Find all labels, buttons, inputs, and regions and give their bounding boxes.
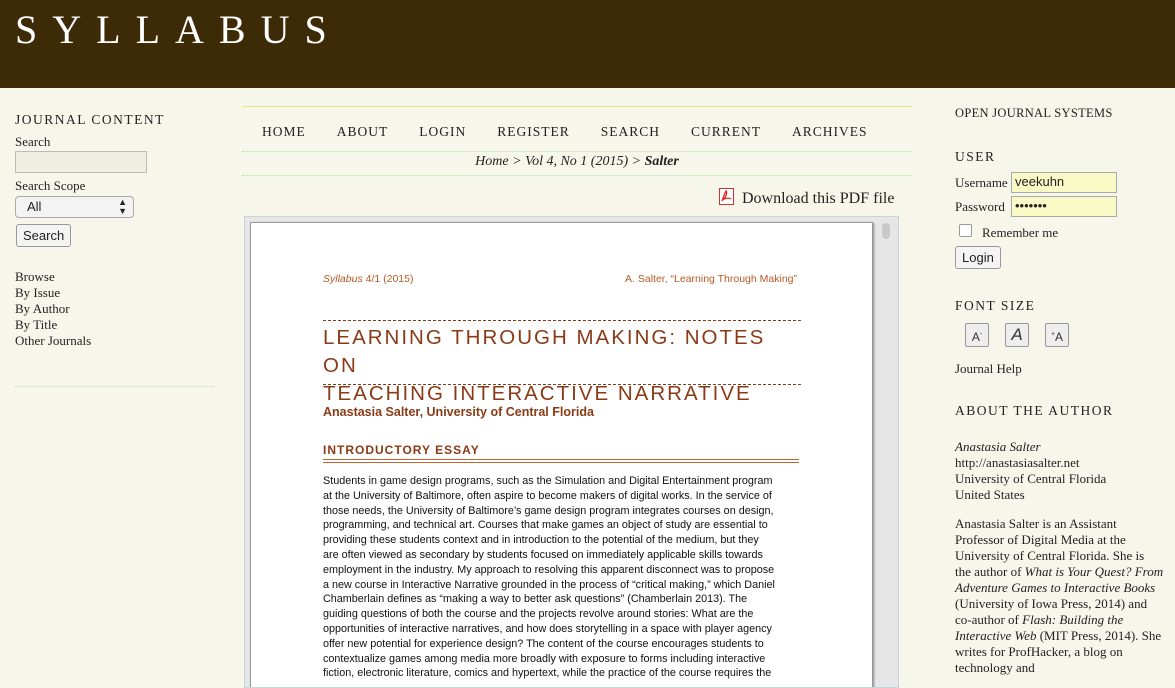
username-input[interactable]: veekuhn xyxy=(1011,172,1117,193)
breadcrumb: Home > Vol 4, No 1 (2015) > Salter xyxy=(242,154,912,170)
journal-help-link[interactable]: Journal Help xyxy=(955,361,1022,377)
breadcrumb-separator: > xyxy=(631,154,642,169)
updown-arrow-icon: ▲ ▼ xyxy=(118,197,127,216)
font-smaller-icon[interactable]: A- xyxy=(965,323,989,347)
search-input[interactable] xyxy=(15,151,147,173)
breadcrumb-home[interactable]: Home xyxy=(475,154,508,169)
pdf-viewer[interactable]: Syllabus 4/1 (2015) A. Salter, “Learning… xyxy=(244,216,899,688)
site-title[interactable]: SYLLABUS xyxy=(15,6,342,53)
nav-archives[interactable]: ARCHIVES xyxy=(792,124,868,139)
search-scope-value: All xyxy=(27,199,42,214)
author-bio: Anastasia Salter is an Assistant Profess… xyxy=(955,516,1164,675)
pdf-scrollbar[interactable] xyxy=(882,223,890,239)
font-size-title: FONT SIZE xyxy=(955,298,1036,313)
right-sidebar: OPEN JOURNAL SYSTEMS USER Username veeku… xyxy=(955,106,1165,675)
article-author: Anastasia Salter, University of Central … xyxy=(323,405,594,419)
nav-top-divider xyxy=(242,106,912,107)
journal-content-title: JOURNAL CONTENT xyxy=(15,112,165,127)
search-button[interactable]: Search xyxy=(16,224,72,247)
left-sidebar: JOURNAL CONTENT Search Search Scope All … xyxy=(15,112,215,387)
remember-me-checkbox[interactable] xyxy=(959,224,972,237)
password-label: Password xyxy=(955,199,1005,214)
author-url[interactable]: http://anastasiasalter.net xyxy=(955,455,1165,471)
about-author-block: Anastasia Salter http://anastasiasalter.… xyxy=(955,439,1165,676)
pdf-icon xyxy=(719,188,734,205)
breadcrumb-issue[interactable]: Vol 4, No 1 (2015) xyxy=(525,154,628,169)
download-pdf-link[interactable]: Download this PDF file xyxy=(719,188,894,208)
username-label: Username xyxy=(955,175,1008,190)
nav-current[interactable]: CURRENT xyxy=(691,124,761,139)
ojs-link[interactable]: OPEN JOURNAL SYSTEMS xyxy=(955,106,1165,121)
download-pdf-label: Download this PDF file xyxy=(742,190,895,207)
browse-by-issue-link[interactable]: By Issue xyxy=(15,285,215,301)
section-rule xyxy=(323,459,799,463)
other-journals-link[interactable]: Other Journals xyxy=(15,333,215,349)
main-nav: HOME ABOUT LOGIN REGISTER SEARCH CURRENT ARCHI… xyxy=(262,124,899,140)
nav-register[interactable]: REGISTER xyxy=(497,124,570,139)
about-author-title: ABOUT THE AUTHOR xyxy=(955,403,1114,418)
login-button[interactable]: Login xyxy=(955,246,1001,269)
breadcrumb-divider xyxy=(242,175,912,176)
pdf-page: Syllabus 4/1 (2015) A. Salter, “Learning… xyxy=(250,222,873,687)
search-label: Search xyxy=(15,134,51,149)
breadcrumb-separator: > xyxy=(512,154,522,169)
pdf-running-header-left: Syllabus 4/1 (2015) xyxy=(323,273,414,285)
user-title: USER xyxy=(955,149,996,164)
sidebar-divider xyxy=(15,386,214,387)
font-larger-icon[interactable]: +A xyxy=(1045,323,1069,347)
article-body: Students in game design programs, such a… xyxy=(323,475,775,680)
author-country: United States xyxy=(955,487,1025,502)
search-scope-label: Search Scope xyxy=(15,178,86,193)
author-affiliation: University of Central Florida xyxy=(955,471,1107,486)
nav-about[interactable]: ABOUT xyxy=(337,124,389,139)
article-title: LEARNING THROUGH MAKING: NOTES ON TEACHI… xyxy=(323,326,766,405)
browse-label: Browse xyxy=(15,269,55,284)
nav-home[interactable]: HOME xyxy=(262,124,306,139)
nav-login[interactable]: LOGIN xyxy=(419,124,466,139)
browse-block: Browse By Issue By Author By Title Other… xyxy=(15,269,215,349)
remember-me-label: Remember me xyxy=(982,225,1059,240)
search-scope-select[interactable]: All ▲ ▼ xyxy=(15,196,134,218)
pdf-running-header-right: A. Salter, “Learning Through Making” xyxy=(625,273,797,285)
author-name: Anastasia Salter xyxy=(955,439,1041,454)
breadcrumb-current[interactable]: Salter xyxy=(645,154,679,169)
browse-by-author-link[interactable]: By Author xyxy=(15,301,215,317)
title-bottom-rule xyxy=(323,384,801,385)
font-default-icon[interactable]: A xyxy=(1005,323,1029,347)
site-header: SYLLABUS xyxy=(0,0,1175,88)
nav-search[interactable]: SEARCH xyxy=(601,124,660,139)
password-input[interactable]: ••••••• xyxy=(1011,196,1117,217)
browse-by-title-link[interactable]: By Title xyxy=(15,317,215,333)
section-heading: INTRODUCTORY ESSAY xyxy=(323,443,480,457)
title-top-rule xyxy=(323,320,801,321)
nav-bottom-divider xyxy=(242,151,912,152)
